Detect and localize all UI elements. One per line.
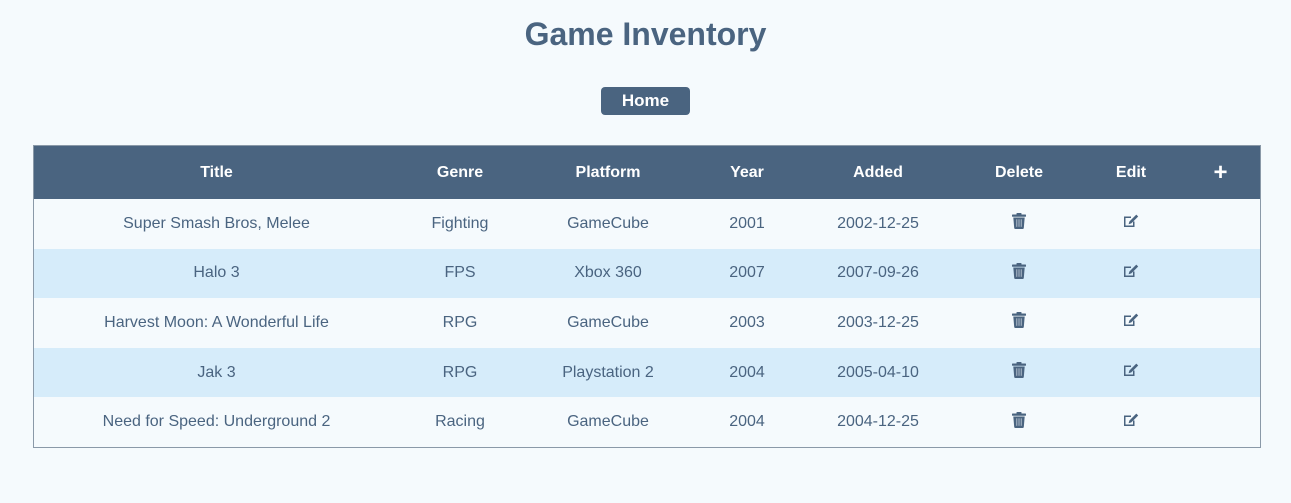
empty-cell [1181, 348, 1260, 398]
cell-year: 2001 [729, 214, 765, 232]
table-row: Jak 3 RPG Playstation 2 2004 2005-04-10 [34, 347, 1260, 398]
column-header-year: Year [730, 163, 764, 181]
edit-cell [1081, 199, 1181, 249]
column-header-title: Title [200, 163, 233, 181]
delete-cell [957, 199, 1081, 249]
cell-year: 2004 [729, 413, 765, 431]
cell-title: Super Smash Bros, Melee [123, 214, 310, 232]
cell-genre: FPS [444, 264, 476, 282]
cell-platform: Xbox 360 [574, 264, 642, 282]
cell-platform: GameCube [567, 313, 649, 331]
table-row: Super Smash Bros, Melee Fighting GameCube 2… [34, 199, 1260, 249]
game-table: Title Genre Platform Year Added Delete E… [34, 146, 1260, 447]
cell-genre: RPG [442, 313, 478, 331]
delete-cell [957, 249, 1081, 299]
cell-platform: GameCube [567, 413, 649, 431]
empty-cell [1181, 298, 1260, 348]
column-header-delete: Delete [994, 163, 1044, 181]
empty-cell [1181, 249, 1260, 299]
cell-year: 2007 [729, 264, 765, 282]
cell-year: 2004 [729, 363, 765, 381]
trash-icon[interactable] [1012, 213, 1026, 234]
table-row: Need for Speed: Underground 2 Racing GameC… [34, 397, 1260, 447]
delete-cell [957, 397, 1081, 447]
plus-icon[interactable]: + [1213, 160, 1227, 185]
cell-title: Need for Speed: Underground 2 [102, 413, 331, 431]
table-row: Harvest Moon: A Wonderful Life RPG GameCub… [34, 298, 1260, 348]
trash-icon[interactable] [1012, 312, 1026, 333]
cell-title: Harvest Moon: A Wonderful Life [104, 313, 329, 331]
edit-icon[interactable] [1123, 264, 1139, 283]
edit-cell [1081, 249, 1181, 299]
cell-title: Halo 3 [193, 264, 240, 282]
cell-added: 2004-12-25 [837, 413, 919, 431]
cell-added: 2003-12-25 [837, 313, 919, 331]
add-game-header: + [1181, 146, 1260, 199]
cell-genre: RPG [442, 363, 478, 381]
cell-genre: Racing [435, 413, 485, 431]
table-row: Halo 3 FPS Xbox 360 2007 2007-09-26 [34, 248, 1260, 299]
edit-icon[interactable] [1123, 413, 1139, 432]
cell-year: 2003 [729, 313, 765, 331]
edit-icon[interactable] [1123, 363, 1139, 382]
edit-cell [1081, 348, 1181, 398]
trash-icon[interactable] [1012, 411, 1026, 433]
column-header-genre: Genre [436, 163, 484, 181]
delete-cell [957, 298, 1081, 348]
game-table-container: Title Genre Platform Year Added Delete E… [33, 145, 1261, 448]
cell-added: 2007-09-26 [837, 264, 919, 282]
edit-cell [1081, 298, 1181, 348]
column-header-edit: Edit [1115, 163, 1147, 181]
cell-genre: Fighting [431, 214, 489, 232]
delete-cell [957, 348, 1081, 398]
cell-platform: GameCube [567, 214, 649, 232]
cell-added: 2005-04-10 [837, 363, 919, 381]
table-header-row: Title Genre Platform Year Added Delete E… [34, 146, 1260, 199]
column-header-platform: Platform [575, 163, 641, 181]
empty-cell [1181, 199, 1260, 249]
page-title: Game Inventory [524, 16, 767, 52]
edit-icon[interactable] [1123, 214, 1139, 233]
trash-icon[interactable] [1012, 362, 1026, 383]
empty-cell [1181, 397, 1260, 447]
trash-icon[interactable] [1012, 262, 1026, 284]
cell-platform: Playstation 2 [562, 363, 654, 381]
cell-title: Jak 3 [197, 363, 236, 381]
column-header-added: Added [853, 163, 903, 181]
home-button[interactable]: Home [601, 87, 690, 115]
cell-added: 2002-12-25 [837, 214, 919, 232]
edit-icon[interactable] [1123, 313, 1139, 332]
edit-cell [1081, 397, 1181, 447]
